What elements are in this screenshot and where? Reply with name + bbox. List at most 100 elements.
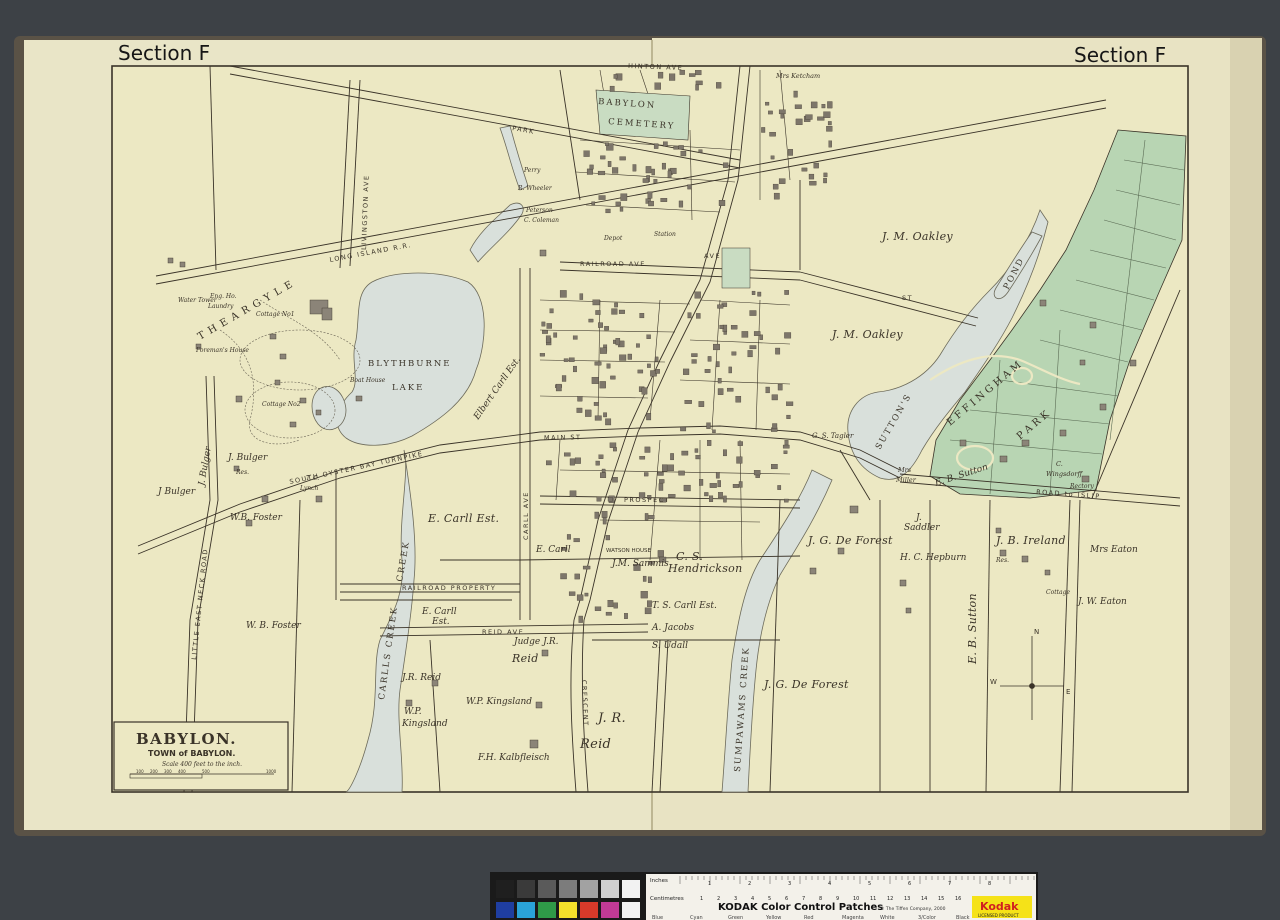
building [659, 479, 665, 484]
building [598, 454, 604, 459]
title-scale: Scale 400 feet to the inch. [162, 761, 242, 768]
building [646, 413, 652, 421]
label-s-udall: S. Udall [652, 641, 688, 651]
building [788, 149, 793, 156]
building [576, 594, 584, 601]
building [644, 607, 652, 615]
label-judge-reid: Judge J.R. [512, 637, 559, 647]
building [828, 140, 832, 148]
building [594, 415, 602, 421]
building [712, 429, 716, 434]
building [657, 550, 664, 558]
building [782, 444, 790, 449]
building [821, 104, 826, 109]
building [709, 495, 714, 502]
building [826, 126, 833, 132]
building [598, 322, 603, 328]
building [591, 377, 599, 384]
building [553, 332, 558, 338]
building [771, 464, 778, 470]
building [573, 538, 580, 543]
label-cottage-no1: Cottage No1 [256, 311, 295, 318]
label-j-bulger-3: J Bulger [156, 487, 196, 497]
building [613, 602, 618, 609]
building [707, 440, 712, 446]
label-jr-reid-small: J.R. Reid [400, 673, 441, 683]
label-peterson: Peterson [525, 207, 553, 214]
kodak-title: KODAK Color Control Patches [718, 902, 883, 913]
color-patch [622, 902, 640, 918]
grey-patch [601, 880, 619, 898]
scale-tick-label: 400 [178, 769, 186, 774]
ruler-inch-number: 3 [788, 881, 791, 887]
building [732, 484, 739, 488]
building [735, 396, 742, 403]
building [607, 497, 613, 502]
building [541, 321, 546, 327]
building [615, 338, 621, 346]
building [778, 109, 786, 115]
label-c: C. [1056, 460, 1063, 468]
building [777, 383, 783, 391]
building [717, 388, 724, 395]
label-watson-house: WATSON HOUSE [606, 548, 651, 554]
label-rectory: Rectory [1069, 483, 1094, 490]
building [642, 178, 649, 183]
building [640, 591, 648, 599]
building [639, 313, 645, 319]
label-reid-ave: REID AVE [482, 628, 524, 636]
grey-patch [559, 880, 577, 898]
building [619, 354, 627, 361]
building [770, 155, 775, 160]
building [723, 495, 727, 503]
building [647, 191, 653, 199]
building [698, 149, 703, 153]
building [716, 82, 722, 89]
label-ave: AVE [704, 252, 721, 260]
building [653, 179, 658, 184]
building [604, 326, 609, 331]
building [696, 313, 701, 319]
building [768, 110, 773, 115]
building [707, 356, 712, 362]
building [753, 470, 761, 476]
building [704, 369, 711, 373]
label-mrs: Mrs [897, 466, 912, 474]
building [648, 200, 654, 207]
building [691, 353, 698, 357]
building [605, 418, 612, 426]
color-patch [580, 902, 598, 918]
building [809, 181, 817, 186]
building [642, 575, 647, 582]
building [600, 472, 607, 478]
building [648, 515, 655, 520]
label-tc: T. C. [306, 475, 319, 482]
building [568, 591, 576, 596]
color-patch [517, 902, 535, 918]
building [574, 457, 581, 464]
building [600, 347, 607, 354]
building [757, 291, 762, 297]
building [539, 353, 545, 357]
label-jb-ireland: J. B. Ireland [994, 534, 1066, 547]
building [723, 449, 727, 457]
title-box: BABYLON. TOWN of BABYLON. Scale 400 feet… [113, 721, 289, 791]
label-main-st: MAIN ST [544, 433, 582, 442]
building [566, 534, 571, 540]
building [658, 483, 664, 491]
scale-tick-label: 300 [164, 769, 172, 774]
building [605, 142, 609, 146]
building [715, 361, 720, 368]
cemetery-plot [721, 247, 751, 289]
building [644, 446, 651, 453]
building [584, 592, 589, 597]
building [678, 145, 684, 150]
building [588, 318, 594, 323]
building [753, 331, 761, 336]
building [645, 166, 652, 174]
building [569, 490, 577, 498]
building [609, 85, 615, 92]
building [546, 323, 552, 329]
ruler-inch-number: 5 [868, 881, 871, 887]
label-eb-sutton: E. B. Sutton [966, 593, 979, 665]
